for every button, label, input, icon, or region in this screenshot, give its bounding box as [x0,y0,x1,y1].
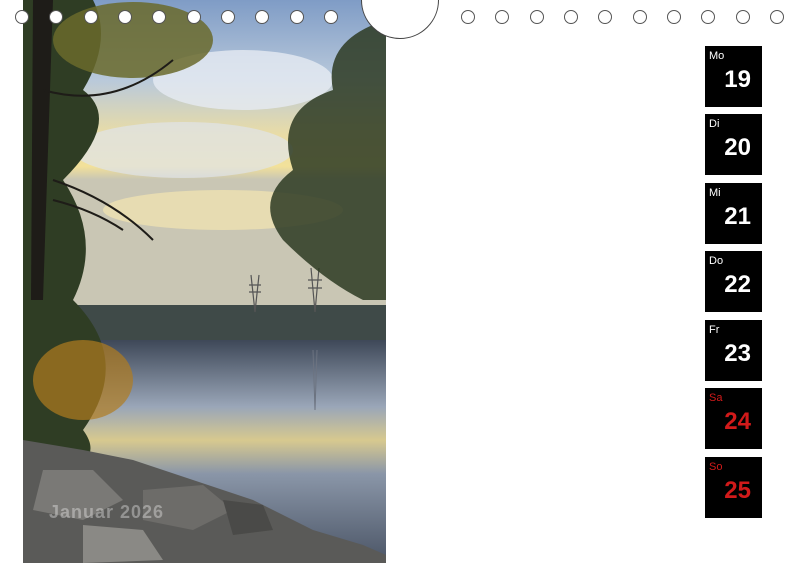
day-number: 22 [724,271,751,298]
day-tile-saturday: Sa 24 [705,388,762,449]
day-tile-monday: Mo 19 [705,46,762,107]
binding-hole [461,10,475,24]
day-tile-wednesday: Mi 21 [705,183,762,244]
binding-hole [564,10,578,24]
weekday-label: Sa [709,392,723,404]
calendar-photo: Januar 2026 [23,0,386,563]
day-number: 20 [724,134,751,161]
day-number: 19 [724,66,751,93]
binding-hole [118,10,132,24]
day-number: 23 [724,340,751,367]
binding-hole [255,10,269,24]
binding-hole [598,10,612,24]
binding-hole [701,10,715,24]
binding-hole [667,10,681,24]
binding-hole [49,10,63,24]
binding-hole [736,10,750,24]
binding-hole [633,10,647,24]
day-tile-tuesday: Di 20 [705,114,762,175]
binding-hole [221,10,235,24]
weekday-label: So [709,461,723,473]
binding-hole [530,10,544,24]
day-number: 24 [724,408,751,435]
day-tile-sunday: So 25 [705,457,762,518]
binding-hole [187,10,201,24]
day-number: 25 [724,477,751,504]
binding-hole [290,10,304,24]
binding-hole [495,10,509,24]
weekday-label: Di [709,118,720,130]
weekday-label: Mi [709,187,721,199]
lake-landscape-image [23,0,386,563]
binding-hole [15,10,29,24]
photo-month-caption: Januar 2026 [49,502,165,522]
binding-hole [152,10,166,24]
weekday-label: Do [709,255,724,267]
day-tile-friday: Fr 23 [705,320,762,381]
binding-hole [770,10,784,24]
day-number: 21 [724,203,751,230]
day-tile-thursday: Do 22 [705,251,762,312]
weekday-label: Mo [709,50,725,62]
weekday-label: Fr [709,324,720,336]
binding-hole [84,10,98,24]
binding-hole [324,10,338,24]
